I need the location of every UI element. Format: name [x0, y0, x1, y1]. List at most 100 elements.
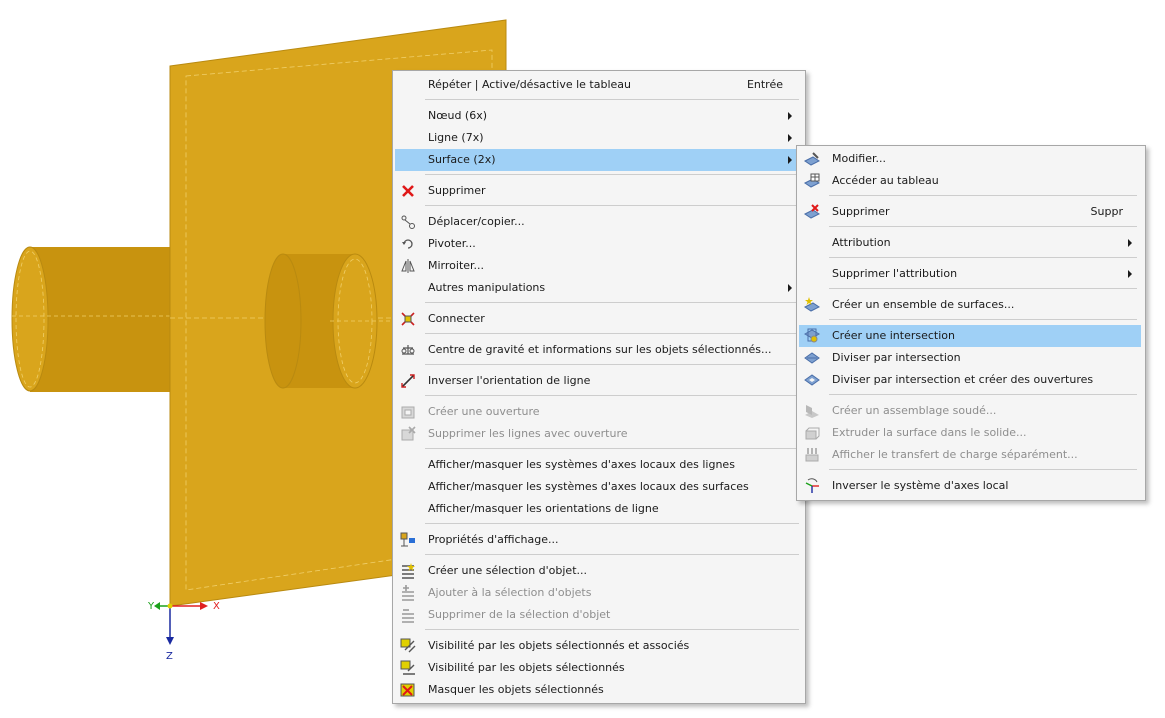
menu-separator [829, 288, 1137, 289]
submenu-item-label: Diviser par intersection [832, 351, 961, 364]
menu-item-label: Supprimer [428, 184, 486, 197]
menu-item-node[interactable]: Nœud (6x) [395, 105, 801, 127]
menu-separator [425, 554, 799, 555]
submenu-arrow-icon [788, 284, 792, 292]
delete-x-icon [400, 183, 416, 199]
submenu-item-label: Extruder la surface dans le solide... [832, 426, 1027, 439]
menu-item-label: Nœud (6x) [428, 109, 488, 122]
submenu-item-label: Afficher le transfert de charge séparéme… [832, 448, 1078, 461]
submenu-item-extrude[interactable]: Extruder la surface dans le solide... [799, 422, 1141, 444]
menu-item-label: Déplacer/copier... [428, 215, 525, 228]
submenu-item-delete-attribution[interactable]: Supprimer l'attribution [799, 263, 1141, 285]
menu-item-display-properties[interactable]: Propriétés d'affichage... [395, 529, 801, 551]
submenu-item-label: Supprimer l'attribution [832, 267, 958, 280]
menu-item-connect[interactable]: Connecter [395, 308, 801, 330]
add-selection-icon [400, 585, 416, 601]
menu-item-label: Connecter [428, 312, 485, 325]
submenu-item-divide-openings[interactable]: Diviser par intersection et créer des ou… [799, 369, 1141, 391]
menu-item-label: Supprimer de la sélection d'objet [428, 608, 611, 621]
submenu-item-attribution[interactable]: Attribution [799, 232, 1141, 254]
submenu-arrow-icon [788, 112, 792, 120]
menu-separator [425, 205, 799, 206]
menu-item-remove-selection[interactable]: Supprimer de la sélection d'objet [395, 604, 801, 626]
submenu-item-load-transfer[interactable]: Afficher le transfert de charge séparéme… [799, 444, 1141, 466]
menu-item-toggle-surface-axes[interactable]: Afficher/masquer les systèmes d'axes loc… [395, 476, 801, 498]
menu-item-label: Créer une ouverture [428, 405, 540, 418]
mirror-icon [400, 258, 416, 274]
submenu-item-shortcut: Suppr [1090, 205, 1123, 218]
hide-selected-icon [400, 682, 416, 698]
menu-item-other-manipulations[interactable]: Autres manipulations [395, 277, 801, 299]
menu-separator [425, 302, 799, 303]
visibility-selected-icon [400, 660, 416, 676]
menu-item-visibility-associated[interactable]: Visibilité par les objets sélectionnés e… [395, 635, 801, 657]
menu-separator [425, 629, 799, 630]
connect-icon [400, 311, 416, 327]
z-axis-label: Z [166, 651, 173, 662]
menu-separator [425, 364, 799, 365]
submenu-item-label: Créer une intersection [832, 329, 955, 342]
menu-item-create-opening[interactable]: Créer une ouverture [395, 401, 801, 423]
menu-separator [425, 333, 799, 334]
submenu-arrow-icon [1128, 239, 1132, 247]
menu-item-toggle-line-axes[interactable]: Afficher/masquer les systèmes d'axes loc… [395, 454, 801, 476]
menu-separator [829, 226, 1137, 227]
reverse-line-icon [400, 373, 416, 389]
menu-separator [829, 469, 1137, 470]
menu-item-label: Ligne (7x) [428, 131, 484, 144]
submenu-arrow-icon [788, 134, 792, 142]
remove-selection-icon [400, 607, 416, 623]
menu-item-centroid-info[interactable]: Centre de gravité et informations sur le… [395, 339, 801, 361]
submenu-item-divide-intersection[interactable]: Diviser par intersection [799, 347, 1141, 369]
submenu-item-edit[interactable]: Modifier... [799, 148, 1141, 170]
menu-item-line[interactable]: Ligne (7x) [395, 127, 801, 149]
menu-item-move-copy[interactable]: Déplacer/copier... [395, 211, 801, 233]
menu-item-delete-opening-lines[interactable]: Supprimer les lignes avec ouverture [395, 423, 801, 445]
menu-item-hide-selected[interactable]: Masquer les objets sélectionnés [395, 679, 801, 701]
submenu-item-label: Accéder au tableau [832, 174, 939, 187]
submenu-item-delete[interactable]: Supprimer Suppr [799, 201, 1141, 223]
divide-intersection-icon [804, 350, 820, 366]
menu-separator [829, 257, 1137, 258]
menu-item-repeat[interactable]: Répéter | Active/désactive le tableau En… [395, 74, 801, 96]
submenu-item-surface-set[interactable]: Créer un ensemble de surfaces... [799, 294, 1141, 316]
menu-separator [425, 395, 799, 396]
submenu-item-weld[interactable]: Créer un assemblage soudé... [799, 400, 1141, 422]
menu-item-toggle-line-orientations[interactable]: Afficher/masquer les orientations de lig… [395, 498, 801, 520]
surface-set-icon [804, 297, 820, 313]
menu-item-surface[interactable]: Surface (2x) [395, 149, 801, 171]
menu-separator [425, 174, 799, 175]
menu-item-label: Ajouter à la sélection d'objets [428, 586, 592, 599]
centroid-info-icon [400, 342, 416, 358]
context-menu: Répéter | Active/désactive le tableau En… [392, 70, 806, 704]
submenu-item-label: Supprimer [832, 205, 890, 218]
submenu-item-table[interactable]: Accéder au tableau [799, 170, 1141, 192]
menu-item-label: Répéter | Active/désactive le tableau [428, 78, 632, 91]
menu-item-label: Mirroiter... [428, 259, 485, 272]
menu-item-delete[interactable]: Supprimer [395, 180, 801, 202]
weld-icon [804, 403, 820, 419]
menu-item-mirror[interactable]: Mirroiter... [395, 255, 801, 277]
menu-item-label: Pivoter... [428, 237, 476, 250]
menu-item-label: Supprimer les lignes avec ouverture [428, 427, 628, 440]
menu-separator [425, 523, 799, 524]
create-selection-icon [400, 563, 416, 579]
menu-item-add-selection[interactable]: Ajouter à la sélection d'objets [395, 582, 801, 604]
submenu-item-reverse-axes[interactable]: Inverser le système d'axes local [799, 475, 1141, 497]
menu-item-reverse-line[interactable]: Inverser l'orientation de ligne [395, 370, 801, 392]
menu-item-label: Créer une sélection d'objet... [428, 564, 588, 577]
submenu-item-label: Inverser le système d'axes local [832, 479, 1009, 492]
surface-submenu: Modifier... Accéder au tableau Supprimer… [796, 145, 1146, 501]
rotate-icon [400, 236, 416, 252]
menu-item-create-selection[interactable]: Créer une sélection d'objet... [395, 560, 801, 582]
menu-item-visibility-selected[interactable]: Visibilité par les objets sélectionnés [395, 657, 801, 679]
menu-separator [425, 99, 799, 100]
reverse-axes-icon [804, 478, 820, 494]
menu-item-label: Afficher/masquer les systèmes d'axes loc… [428, 458, 735, 471]
submenu-item-create-intersection[interactable]: Créer une intersection [799, 325, 1141, 347]
menu-item-rotate[interactable]: Pivoter... [395, 233, 801, 255]
y-axis-label: Y [148, 601, 155, 612]
submenu-item-label: Diviser par intersection et créer des ou… [832, 373, 1094, 386]
load-transfer-icon [804, 447, 820, 463]
edit-surface-icon [804, 151, 820, 167]
